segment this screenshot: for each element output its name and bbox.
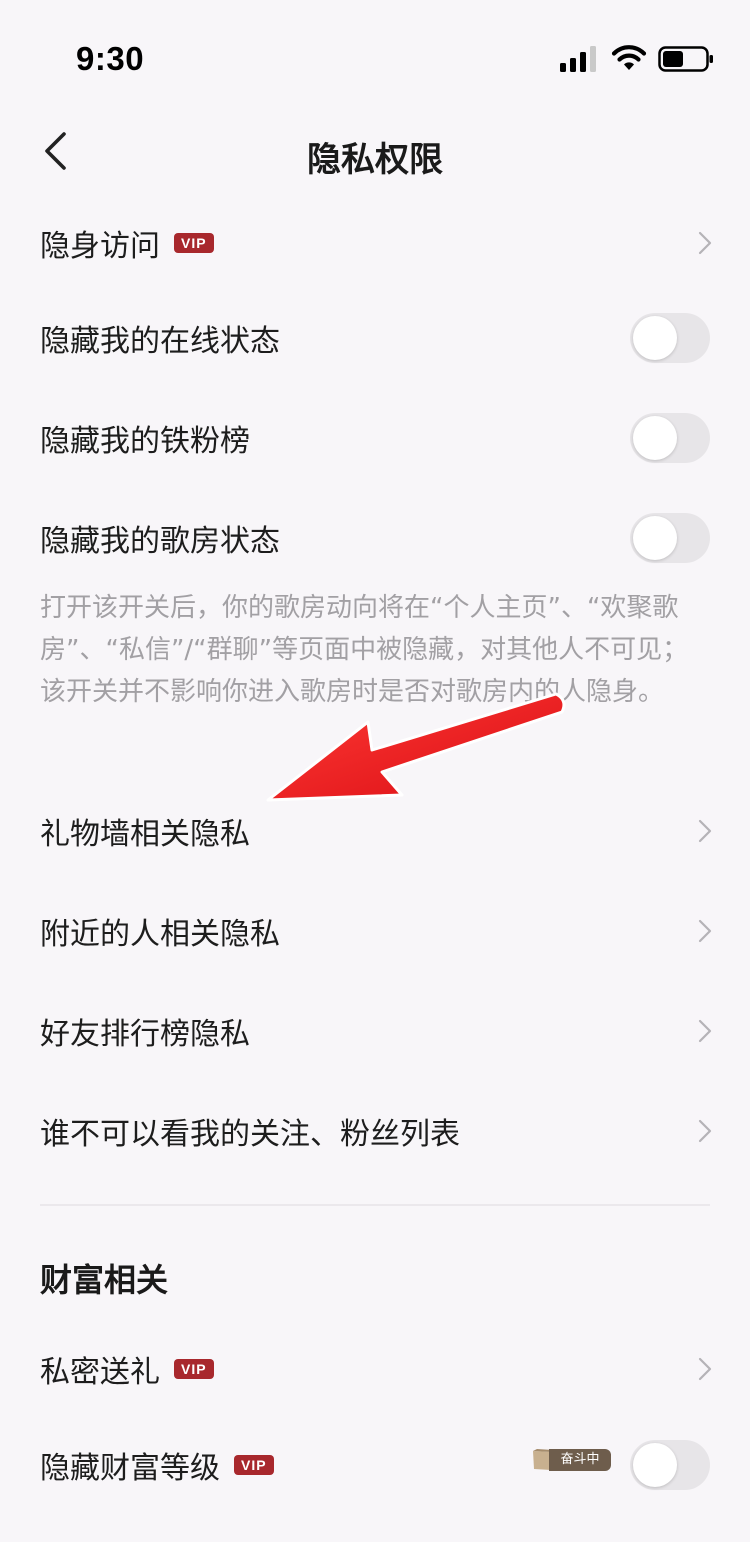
struggle-level-tag: 奋斗中 — [531, 1449, 611, 1471]
chevron-right-icon — [698, 1119, 712, 1143]
nearby-privacy-label: 附近的人相关隐私 — [40, 917, 280, 952]
hide-wealth-level-label: 隐藏财富等级 — [40, 1451, 220, 1486]
hide-wealth-level-label-group: 隐藏财富等级 VIP — [40, 1443, 274, 1487]
chevron-right-icon — [698, 231, 712, 255]
chevron-right-icon — [698, 1357, 712, 1381]
invisible-visit-row[interactable]: 隐身访问 VIP — [0, 193, 750, 293]
gift-wall-privacy-label: 礼物墙相关隐私 — [40, 817, 250, 852]
toggle-knob — [633, 416, 677, 460]
toggle-knob — [633, 316, 677, 360]
chevron-right-icon — [698, 1019, 712, 1043]
section-divider — [40, 1204, 710, 1206]
follow-list-privacy-label: 谁不可以看我的关注、粉丝列表 — [40, 1117, 460, 1152]
hide-room-status-label: 隐藏我的歌房状态 — [40, 524, 280, 559]
private-gift-label-group: 私密送礼 VIP — [40, 1347, 214, 1391]
hide-online-status-toggle[interactable] — [630, 313, 710, 363]
status-bar: 9:30 — [0, 0, 750, 110]
chevron-right-icon — [698, 819, 712, 843]
friend-rank-privacy-row[interactable]: 好友排行榜隐私 — [0, 981, 750, 1081]
vip-badge: VIP — [174, 1359, 214, 1379]
follow-list-privacy-row[interactable]: 谁不可以看我的关注、粉丝列表 — [0, 1081, 750, 1181]
hide-fan-rank-row: 隐藏我的铁粉榜 — [0, 388, 750, 488]
battery-icon — [658, 46, 713, 72]
navigation-bar: 隐私权限 — [0, 110, 750, 194]
hide-online-status-label: 隐藏我的在线状态 — [40, 324, 280, 359]
toggle-knob — [633, 1443, 677, 1487]
hide-room-status-row: 隐藏我的歌房状态 — [0, 488, 750, 588]
page-title: 隐私权限 — [307, 140, 443, 180]
hide-online-status-row: 隐藏我的在线状态 — [0, 288, 750, 388]
room-status-description: 打开该开关后，你的歌房动向将在“个人主页”、“欢聚歌房”、“私信”/“群聊”等页… — [40, 593, 689, 707]
friend-rank-privacy-label: 好友排行榜隐私 — [40, 1017, 250, 1052]
cellular-signal-icon — [560, 46, 596, 72]
hide-fan-rank-toggle[interactable] — [630, 413, 710, 463]
status-time: 9:30 — [76, 40, 145, 77]
hide-fan-rank-label: 隐藏我的铁粉榜 — [40, 424, 250, 459]
chevron-right-icon — [698, 919, 712, 943]
private-gift-row[interactable]: 私密送礼 VIP — [0, 1319, 750, 1419]
toggle-knob — [633, 516, 677, 560]
hide-room-status-toggle[interactable] — [630, 513, 710, 563]
wifi-icon — [611, 45, 647, 70]
struggle-level-label: 奋斗中 — [549, 1449, 611, 1471]
wealth-section-title: 财富相关 — [40, 1261, 169, 1299]
gift-wall-privacy-row[interactable]: 礼物墙相关隐私 — [0, 781, 750, 881]
vip-badge: VIP — [234, 1455, 274, 1475]
invisible-visit-label: 隐身访问 — [40, 229, 160, 264]
private-gift-label: 私密送礼 — [40, 1355, 160, 1390]
nearby-privacy-row[interactable]: 附近的人相关隐私 — [0, 881, 750, 981]
hide-wealth-level-row: 隐藏财富等级 VIP — [0, 1415, 750, 1515]
invisible-visit-label-group: 隐身访问 VIP — [40, 221, 214, 265]
hide-wealth-level-toggle[interactable] — [630, 1440, 710, 1490]
vip-badge: VIP — [174, 233, 214, 253]
